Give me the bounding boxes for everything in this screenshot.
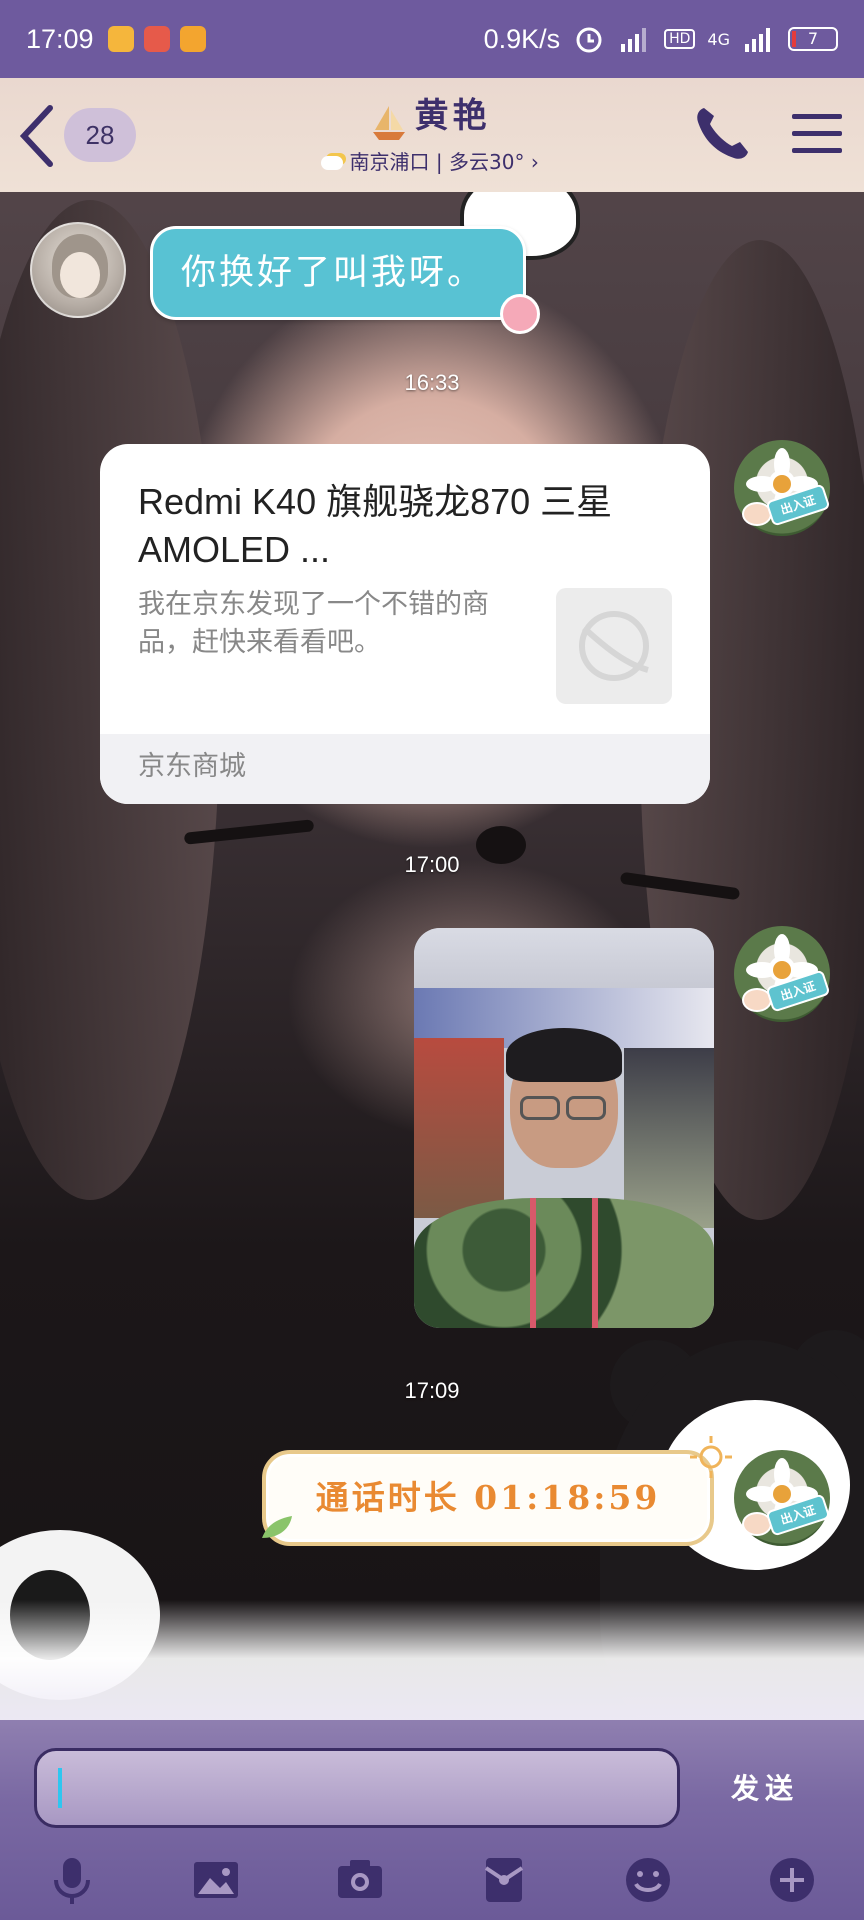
plus-icon[interactable] <box>764 1852 820 1908</box>
status-time: 17:09 <box>26 23 94 54</box>
unread-count-badge[interactable]: 28 <box>64 108 136 162</box>
location-weather: 南京浦口 | 多云30° <box>349 149 525 174</box>
leaf-decoration-icon <box>262 1516 292 1538</box>
placeholder-image-icon <box>579 611 649 681</box>
self-avatar[interactable]: 出入证 <box>734 1450 831 1546</box>
image-icon[interactable] <box>188 1852 244 1908</box>
call-duration-bubble[interactable]: 通话时长 01:18:59 <box>262 1436 732 1546</box>
incoming-message-bubble[interactable]: 你换好了叫我呀。 <box>150 226 526 320</box>
product-source: 京东商城 <box>100 734 710 804</box>
network-speed: 0.9K/s <box>483 23 561 54</box>
network-type: 4G <box>707 29 730 49</box>
product-title: Redmi K40 旗舰骁龙870 三星AMOLED ... <box>138 481 613 570</box>
product-thumbnail <box>556 588 672 704</box>
battery-icon: 7 <box>788 27 838 51</box>
signal-icon <box>745 28 770 52</box>
self-avatar[interactable]: 出入证 <box>734 926 831 1022</box>
call-duration-text: 通话时长 01:18:59 <box>315 1478 661 1517</box>
contact-name: 黄艳 <box>414 96 491 136</box>
chat-title[interactable]: 黄艳 南京浦口 | 多云30° › <box>260 88 600 175</box>
contact-avatar[interactable] <box>30 222 126 318</box>
notes-app-icon <box>107 26 134 52</box>
timestamp: 17:00 <box>404 852 460 877</box>
back-button[interactable] <box>14 102 60 170</box>
sun-decoration-icon <box>690 1436 732 1478</box>
sailboat-icon <box>373 105 406 140</box>
bubble-decoration <box>500 294 540 334</box>
timestamp: 17:09 <box>404 1378 460 1403</box>
message-input[interactable] <box>34 1748 680 1828</box>
chevron-right-icon: › <box>530 149 539 174</box>
battery-level: 7 <box>807 29 819 48</box>
cloudy-weather-icon <box>321 156 344 170</box>
chat-header: 28 黄艳 南京浦口 | 多云30° › <box>0 78 864 192</box>
product-description: 我在京东发现了一个不错的商品，赶快来看看吧。 <box>138 589 489 658</box>
status-bar: 17:09 0.9K/s HD 4G 7 <box>0 0 864 78</box>
self-avatar[interactable]: 出入证 <box>734 440 831 536</box>
timestamp: 16:33 <box>404 370 460 395</box>
send-button[interactable]: 发送 <box>710 1764 820 1814</box>
menu-button[interactable] <box>790 108 844 160</box>
reader-app-icon <box>179 26 206 52</box>
hd-badge: HD <box>664 29 696 49</box>
signal-icon <box>621 28 647 52</box>
phone-call-button[interactable] <box>690 102 754 166</box>
product-share-card[interactable]: Redmi K40 旗舰骁龙870 三星AMOLED ... 我在京东发现了一个… <box>100 444 710 804</box>
alarm-icon <box>576 27 602 53</box>
red-packet-icon[interactable] <box>476 1852 532 1908</box>
input-bar: 发送 <box>0 1720 864 1920</box>
wallpaper-snow <box>0 1600 864 1730</box>
game-app-icon <box>143 26 170 52</box>
text-caret <box>58 1768 62 1808</box>
emoji-icon[interactable] <box>620 1852 676 1908</box>
photo-message[interactable] <box>414 928 714 1328</box>
microphone-icon[interactable] <box>44 1852 100 1908</box>
camera-icon[interactable] <box>332 1852 388 1908</box>
